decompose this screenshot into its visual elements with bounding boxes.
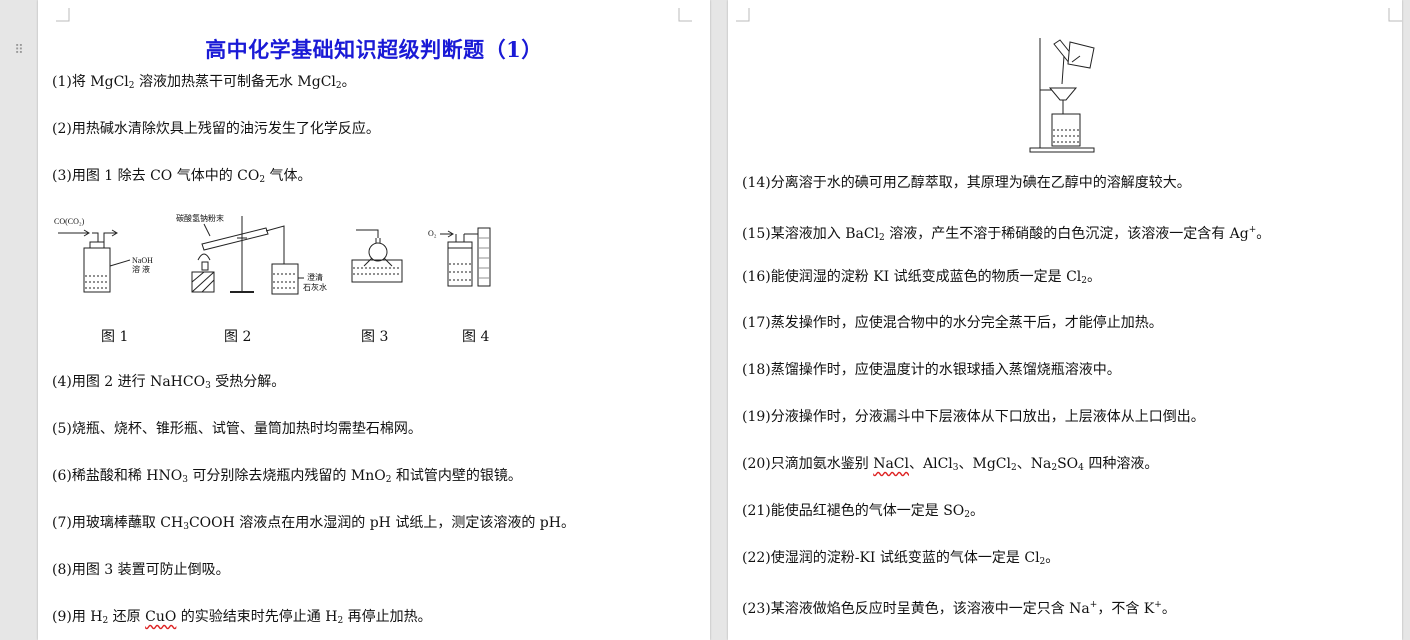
question-22: (22)使湿润的淀粉-KI 试纸变蓝的气体一定是 Cl2。 bbox=[742, 550, 1060, 567]
svg-text:碳酸氢钠粉末: 碳酸氢钠粉末 bbox=[176, 213, 224, 223]
question-17: (17)蒸发操作时，应使混合物中的水分完全蒸干后，才能停止加热。 bbox=[742, 315, 1163, 331]
svg-text:溶 液: 溶 液 bbox=[132, 264, 150, 274]
question-19: (19)分液操作时，分液漏斗中下层液体从下口放出，上层液体从上口倒出。 bbox=[742, 409, 1205, 425]
margin-corner-mark bbox=[1388, 8, 1402, 22]
margin-corner-mark bbox=[678, 8, 692, 22]
question-8: (8)用图 3 装置可防止倒吸。 bbox=[52, 562, 230, 578]
page-title: 高中化学基础知识超级判断题（1） bbox=[205, 37, 543, 62]
margin-corner-mark bbox=[736, 8, 750, 22]
question-16: (16)能使润湿的淀粉 KI 试纸变成蓝色的物质一定是 Cl2。 bbox=[742, 269, 1102, 286]
question-4: (4)用图 2 进行 NaHCO3 受热分解。 bbox=[52, 374, 286, 391]
question-23: (23)某溶液做焰色反应时呈黄色，该溶液中一定只含 Na+，不含 K+。 bbox=[742, 600, 1176, 617]
svg-text:O₂: O₂ bbox=[428, 229, 437, 238]
svg-text:澄清: 澄清 bbox=[307, 272, 323, 282]
figure-2-label: 图 2 bbox=[224, 329, 252, 345]
drag-handle-icon[interactable]: ⠿ bbox=[13, 42, 25, 60]
question-6: (6)稀盐酸和稀 HNO3 可分别除去烧瓶内残留的 MnO2 和试管内壁的银镜。 bbox=[52, 468, 522, 485]
document-page-right: (14)分离溶于水的碘可用乙醇萃取，其原理为碘在乙醇中的溶解度较大。 (15)某… bbox=[728, 0, 1402, 640]
svg-text:石灰水: 石灰水 bbox=[303, 282, 327, 292]
question-21: (21)能使品红褪色的气体一定是 SO2。 bbox=[742, 503, 984, 520]
question-2: (2)用热碱水清除炊具上残留的油污发生了化学反应。 bbox=[52, 121, 380, 137]
question-7: (7)用玻璃棒蘸取 CH3COOH 溶液点在用水湿润的 pH 试纸上，测定该溶液… bbox=[52, 515, 575, 532]
svg-text:NaOH: NaOH bbox=[132, 256, 153, 265]
question-15: (15)某溶液加入 BaCl2 溶液，产生不溶于稀硝酸的白色沉淀，该溶液一定含有… bbox=[742, 225, 1271, 243]
question-3: (3)用图 1 除去 CO 气体中的 CO2 气体。 bbox=[52, 168, 312, 185]
margin-corner-mark bbox=[56, 8, 70, 22]
question-9: (9)用 H2 还原 CuO 的实验结束时先停止通 H2 再停止加热。 bbox=[52, 609, 432, 626]
figure-4-label: 图 4 bbox=[462, 329, 490, 345]
filtration-apparatus-figure bbox=[1029, 38, 1095, 153]
question-20: (20)只滴加氨水鉴别 NaCl、AlCl3、MgCl2、Na2SO4 四种溶液… bbox=[742, 456, 1159, 473]
figure-1-label: 图 1 bbox=[101, 329, 129, 345]
svg-text:CO(CO₂): CO(CO₂) bbox=[54, 217, 85, 226]
apparatus-figure: CO(CO₂) NaOH 溶 液 碳酸氢钠粉末 澄清 石灰水 O₂ bbox=[54, 213, 491, 295]
question-14: (14)分离溶于水的碘可用乙醇萃取，其原理为碘在乙醇中的溶解度较大。 bbox=[742, 175, 1191, 191]
question-18: (18)蒸馏操作时，应使温度计的水银球插入蒸馏烧瓶溶液中。 bbox=[742, 362, 1121, 378]
document-page-left: 高中化学基础知识超级判断题（1） (1)将 MgCl2 溶液加热蒸干可制备无水 … bbox=[38, 0, 710, 640]
question-5: (5)烧瓶、烧杯、锥形瓶、试管、量筒加热时均需垫石棉网。 bbox=[52, 421, 422, 437]
question-1: (1)将 MgCl2 溶液加热蒸干可制备无水 MgCl2。 bbox=[52, 74, 356, 91]
figure-3-label: 图 3 bbox=[361, 329, 389, 345]
